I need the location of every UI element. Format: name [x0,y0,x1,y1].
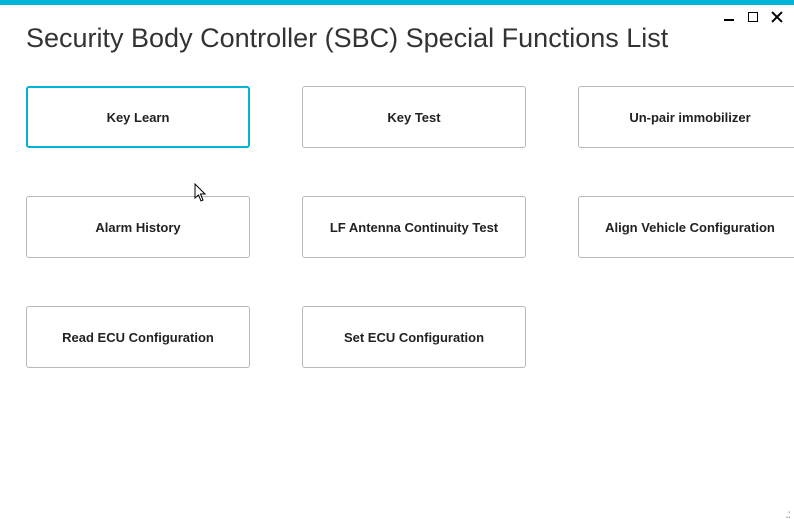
minimize-button[interactable] [722,10,736,24]
page-title: Security Body Controller (SBC) Special F… [26,23,794,54]
fn-alarm-history[interactable]: Alarm History [26,196,250,258]
fn-label: Alarm History [95,220,180,235]
window-controls [722,10,784,24]
fn-label: Align Vehicle Configuration [605,220,775,235]
fn-label: Un-pair immobilizer [629,110,750,125]
fn-label: Set ECU Configuration [344,330,484,345]
fn-key-learn[interactable]: Key Learn [26,86,250,148]
resize-grip[interactable]: .: [785,511,790,517]
close-button[interactable] [770,10,784,24]
fn-unpair-immobilizer[interactable]: Un-pair immobilizer [578,86,794,148]
maximize-icon [748,12,758,22]
minimize-icon [724,19,734,21]
fn-key-test[interactable]: Key Test [302,86,526,148]
fn-label: Key Test [387,110,440,125]
maximize-button[interactable] [746,10,760,24]
fn-lf-antenna-test[interactable]: LF Antenna Continuity Test [302,196,526,258]
fn-label: Read ECU Configuration [62,330,214,345]
fn-label: LF Antenna Continuity Test [330,220,498,235]
fn-set-ecu-config[interactable]: Set ECU Configuration [302,306,526,368]
close-icon [771,11,783,23]
fn-read-ecu-config[interactable]: Read ECU Configuration [26,306,250,368]
titlebar-accent [0,0,794,5]
functions-grid: Key Learn Key Test Un-pair immobilizer A… [26,86,794,368]
fn-label: Key Learn [107,110,170,125]
fn-align-vehicle-config[interactable]: Align Vehicle Configuration [578,196,794,258]
